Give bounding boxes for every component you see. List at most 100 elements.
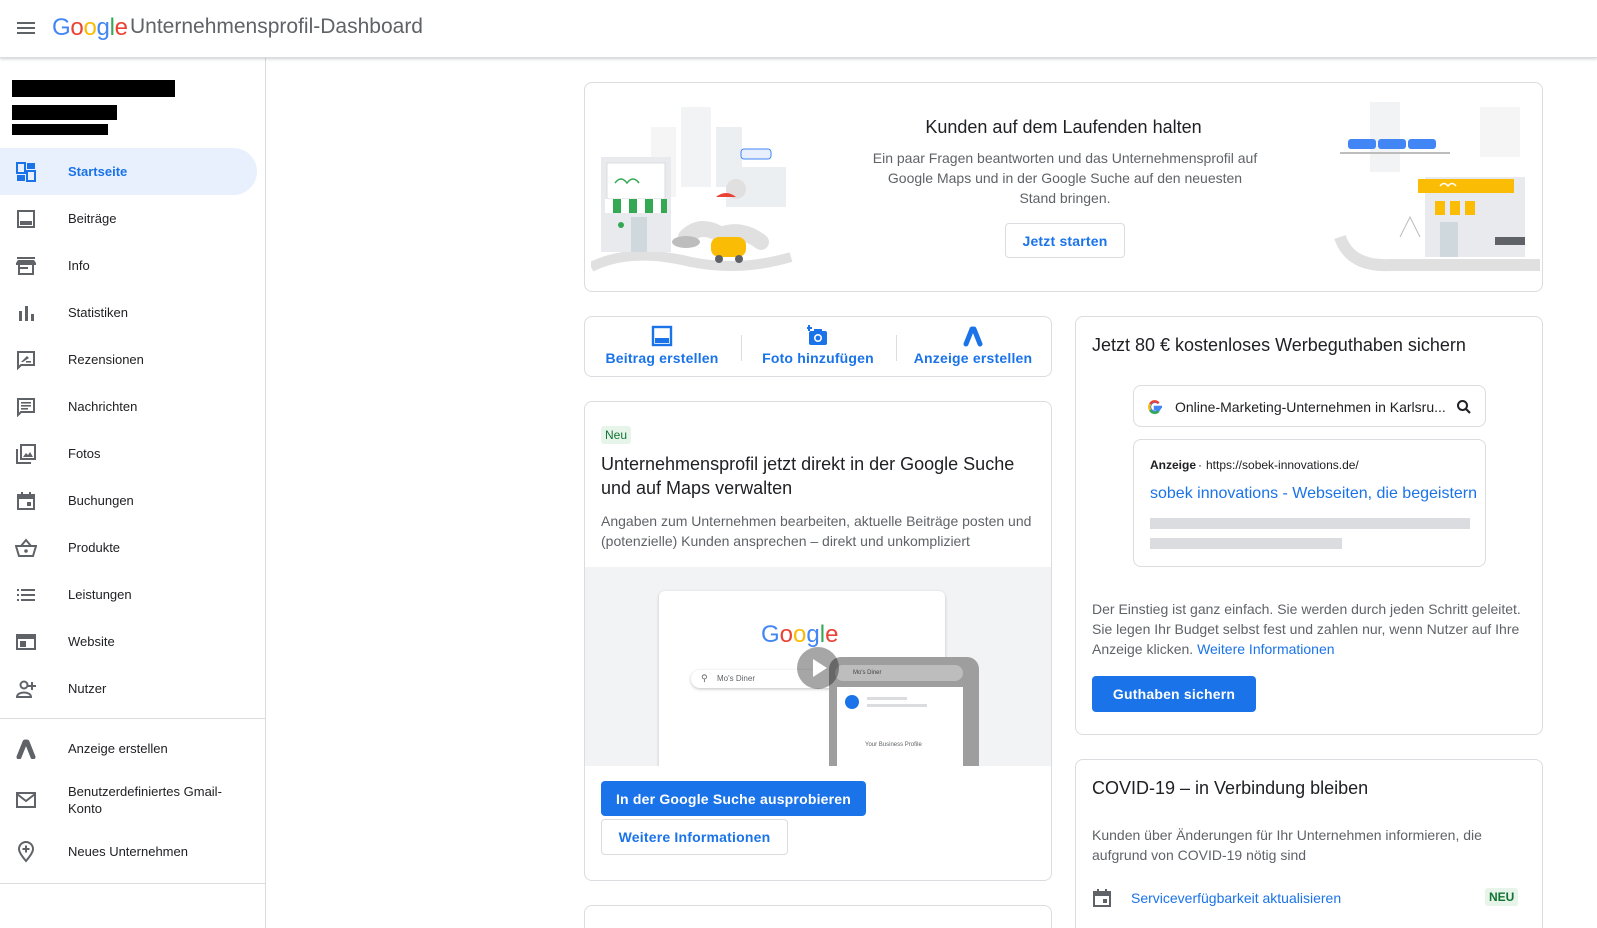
- sidebar-item-startseite[interactable]: Startseite: [0, 148, 257, 195]
- sidebar-item-website[interactable]: Website: [0, 618, 266, 665]
- calendar-icon: [15, 490, 37, 512]
- google-ads-icon: [963, 326, 983, 347]
- storefront-icon: [15, 255, 37, 277]
- redacted-business-address: [12, 105, 117, 120]
- beitrag-erstellen-action[interactable]: Beitrag erstellen: [587, 317, 737, 377]
- sidebar-divider: [0, 718, 266, 719]
- sidebar-item-label: Anzeige erstellen: [68, 741, 168, 756]
- sidebar-item-produkte[interactable]: Produkte: [0, 524, 266, 571]
- sidebar-item-neues-unternehmen[interactable]: Neues Unternehmen: [0, 828, 266, 875]
- search-icon: ⚲: [701, 673, 708, 683]
- foto-hinzufuegen-action[interactable]: Foto hinzufügen: [743, 317, 893, 377]
- add-location-icon: [15, 840, 37, 863]
- sidebar-item-fotos[interactable]: Fotos: [0, 430, 266, 477]
- sidebar-nav: Startseite Beiträge Info Statistiken Rez…: [0, 148, 266, 884]
- sidebar-item-label: Buchungen: [68, 493, 134, 508]
- add-photo-icon: [807, 325, 827, 345]
- sidebar-item-label: Nutzer: [68, 681, 107, 696]
- sidebar-item-label: Startseite: [68, 164, 128, 179]
- serviceverfuegbarkeit-link: Serviceverfügbarkeit aktualisieren: [1131, 890, 1342, 906]
- google-suche-ausprobieren-button[interactable]: In der Google Suche ausprobieren: [601, 781, 866, 816]
- person-add-icon: [15, 678, 37, 700]
- mockup-search-text: Mo's Diner: [717, 674, 755, 683]
- video-preview[interactable]: Google ⚲ Mo's Diner Mo's Diner Your Busi…: [585, 567, 1051, 766]
- app-title: Unternehmensprofil-Dashboard: [130, 15, 423, 38]
- new-badge: Neu: [601, 426, 632, 444]
- ads-card-description: Der Einstieg ist ganz einfach. Sie werde…: [1092, 599, 1532, 659]
- quick-actions-card: Beitrag erstellen Foto hinzufügen Anzeig…: [584, 316, 1052, 377]
- ad-url: https://sobek-innovations.de/: [1206, 458, 1359, 472]
- manage-in-search-card: Neu Unternehmensprofil jetzt direkt in d…: [584, 401, 1052, 881]
- phone-search-bar: Mo's Diner: [835, 665, 963, 681]
- ad-label: Anzeige: [1150, 458, 1197, 472]
- ad-preview-search: Online-Marketing-Unternehmen in Karlsru.…: [1133, 385, 1486, 427]
- jetzt-starten-button[interactable]: Jetzt starten: [1005, 223, 1125, 258]
- sidebar-item-label: Fotos: [68, 446, 101, 461]
- google-ads-icon: [15, 738, 37, 760]
- anzeige-erstellen-action[interactable]: Anzeige erstellen: [898, 317, 1048, 377]
- sidebar-item-label: Statistiken: [68, 305, 128, 320]
- phone-search-text: Mo's Diner: [853, 670, 882, 676]
- phone-screen: Your Business Profile: [837, 687, 963, 766]
- serviceverfuegbarkeit-item[interactable]: Serviceverfügbarkeit aktualisieren NEU: [1092, 886, 1528, 912]
- sidebar-item-label: Rezensionen: [68, 352, 144, 367]
- sidebar-item-statistiken[interactable]: Statistiken: [0, 289, 266, 336]
- sidebar-item-gmail-konto[interactable]: Benutzerdefiniertes Gmail-Konto: [0, 772, 266, 828]
- redacted-business-name: [12, 80, 175, 97]
- mockup-google-logo: Google: [761, 621, 839, 648]
- sidebar-item-label: Nachrichten: [68, 399, 138, 414]
- sidebar-item-label: Beiträge: [68, 211, 117, 226]
- posts-icon: [15, 208, 37, 230]
- google-logo: Google: [52, 14, 128, 41]
- covid-card: COVID-19 – in Verbindung bleiben Kunden …: [1075, 759, 1543, 928]
- manage-card-title: Unternehmensprofil jetzt direkt in der G…: [601, 454, 1015, 498]
- rate-review-icon: [15, 349, 37, 371]
- mail-icon: [15, 789, 37, 811]
- basket-icon: [15, 537, 37, 559]
- calendar-icon: [1093, 889, 1111, 907]
- hero-description: Ein paar Fragen beantworten und das Unte…: [872, 150, 1258, 206]
- weitere-informationen-button[interactable]: Weitere Informationen: [601, 819, 788, 855]
- manage-card-description: Angaben zum Unternehmen bearbeiten, aktu…: [601, 513, 1032, 549]
- photo-library-icon: [15, 443, 37, 465]
- redacted-business-city: [12, 124, 108, 135]
- sidebar-item-buchungen[interactable]: Buchungen: [0, 477, 266, 524]
- list-icon: [15, 584, 37, 606]
- sidebar-item-nachrichten[interactable]: Nachrichten: [0, 383, 266, 430]
- sidebar-item-label: Info: [68, 258, 90, 273]
- action-label: Foto hinzufügen: [762, 350, 874, 366]
- message-icon: [15, 396, 37, 418]
- sidebar-item-anzeige-erstellen[interactable]: Anzeige erstellen: [0, 725, 266, 772]
- menu-icon[interactable]: [14, 17, 38, 41]
- action-separator: [896, 335, 897, 361]
- sidebar-item-label: Benutzerdefiniertes Gmail-Konto: [68, 784, 222, 816]
- sidebar-item-info[interactable]: Info: [0, 242, 266, 289]
- avatar: [845, 695, 859, 709]
- sidebar-item-nutzer[interactable]: Nutzer: [0, 665, 266, 712]
- guthaben-sichern-button[interactable]: Guthaben sichern: [1092, 676, 1256, 712]
- ad-url-dot: ·: [1198, 458, 1202, 472]
- action-label: Anzeige erstellen: [913, 350, 1033, 366]
- covid-card-title: COVID-19 – in Verbindung bleiben: [1092, 778, 1369, 798]
- sidebar-item-leistungen[interactable]: Leistungen: [0, 571, 266, 618]
- sidebar-item-label: Leistungen: [68, 587, 132, 602]
- ad-preview-query: Online-Marketing-Unternehmen in Karlsru.…: [1175, 399, 1446, 415]
- ad-title: sobek innovations - Webseiten, die begei…: [1150, 485, 1478, 502]
- bar-chart-icon: [15, 302, 37, 324]
- search-icon: [1457, 400, 1471, 414]
- train-shop-illustration: [1334, 102, 1540, 272]
- placeholder-line: [867, 697, 907, 700]
- weitere-informationen-link[interactable]: Weitere Informationen: [1197, 641, 1334, 657]
- sidebar-item-rezensionen[interactable]: Rezensionen: [0, 336, 266, 383]
- ads-card-title: Jetzt 80 € kostenloses Werbeguthaben sic…: [1092, 335, 1466, 355]
- sidebar-item-beitraege[interactable]: Beiträge: [0, 195, 266, 242]
- next-card: [584, 905, 1052, 928]
- new-badge: NEU: [1485, 888, 1519, 906]
- sidebar-item-label: Produkte: [68, 540, 121, 555]
- action-label: Beitrag erstellen: [605, 350, 719, 366]
- hero-card: Kunden auf dem Laufenden halten Ein paar…: [584, 82, 1543, 292]
- play-icon[interactable]: [797, 647, 839, 689]
- placeholder-line: [1150, 538, 1342, 549]
- phone-mockup: Mo's Diner Your Business Profile: [829, 657, 979, 766]
- sidebar-item-label: Neues Unternehmen: [68, 844, 188, 859]
